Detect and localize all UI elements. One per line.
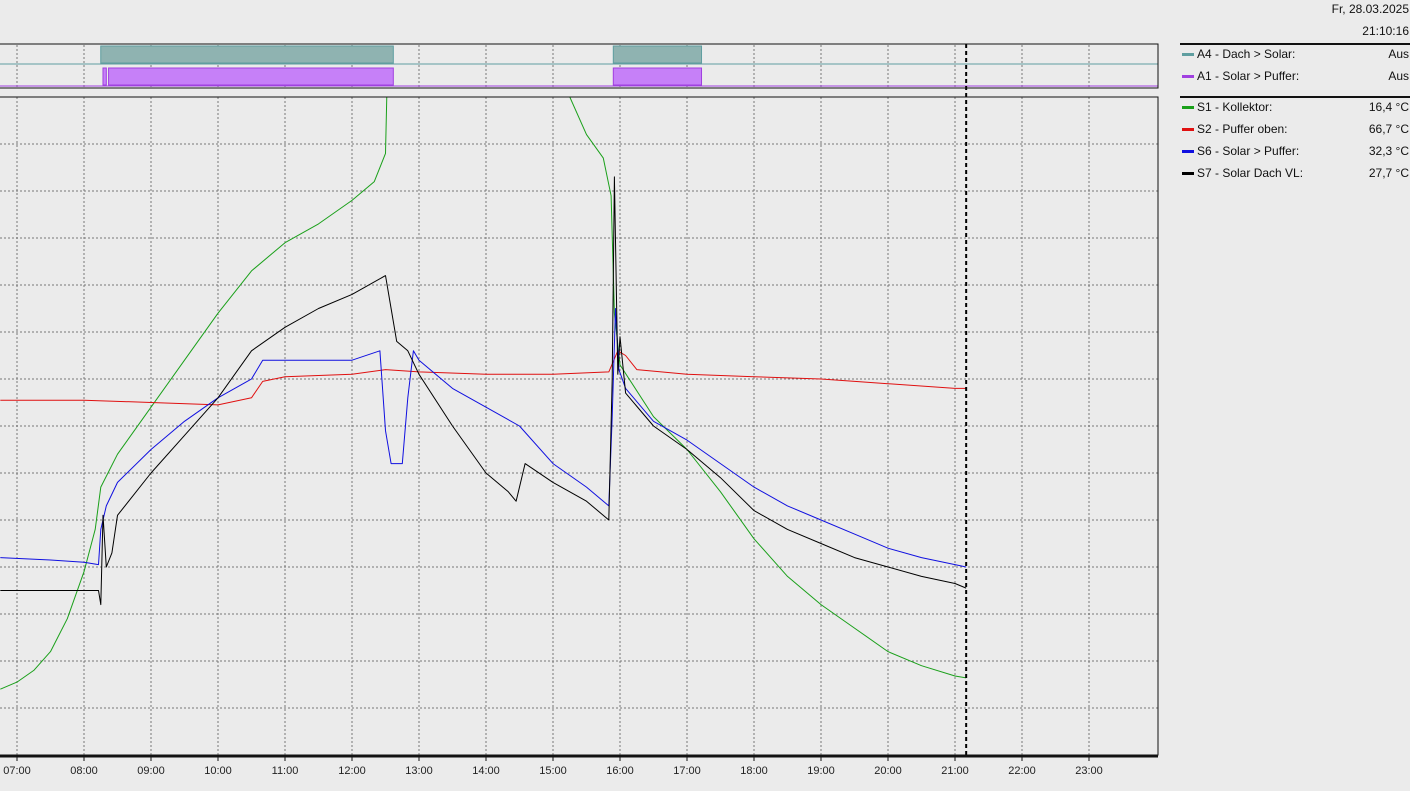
digital-bar-a1 [108,67,394,86]
x-tick-label: 07:00 [3,765,31,777]
digital-bar-a4 [100,45,394,64]
legend-separator-middle [1180,96,1410,98]
legend-item-s1[interactable]: S1 - Kollektor: 16,4 °C [1180,99,1410,115]
legend-swatch-a1 [1182,75,1194,78]
legend-label-s1: S1 - Kollektor: [1197,100,1273,114]
x-tick-label: 18:00 [740,765,768,777]
legend-swatch-s7 [1182,172,1194,175]
legend-label-a4: A4 - Dach > Solar: [1197,47,1296,61]
legend-value-a1: Aus [1388,69,1409,83]
legend-item-a1[interactable]: A1 - Solar > Puffer: Aus [1180,68,1410,84]
x-tick-label: 20:00 [874,765,902,777]
digital-bar-a1 [612,67,703,86]
x-tick-label: 15:00 [539,765,567,777]
legend-swatch-s2 [1182,128,1194,131]
legend-value-s1: 16,4 °C [1368,100,1409,114]
analog-panel-grid [0,97,1158,755]
chart-frames [0,43,1159,758]
header-date: Fr, 28.03.2025 [1331,2,1409,16]
legend-swatch-s1 [1182,106,1194,109]
legend-label-s6: S6 - Solar > Puffer: [1197,144,1300,158]
trend-chart: 07:00 08:00 09:00 10:00 11:00 12:00 13:00 14:00… [0,43,1159,777]
x-tick-label: 17:00 [673,765,701,777]
legend-swatch-a4 [1182,53,1194,56]
x-tick-label: 13:00 [405,765,433,777]
x-tick-label: 12:00 [338,765,366,777]
x-axis: 07:00 08:00 09:00 10:00 11:00 12:00 13:00 14:00… [3,755,1103,777]
legend-label-a1: A1 - Solar > Puffer: [1197,69,1300,83]
legend-item-s7[interactable]: S7 - Solar Dach VL: 27,7 °C [1180,165,1410,181]
x-tick-label: 14:00 [472,765,500,777]
legend-value-a4: Aus [1388,47,1409,61]
x-tick-label: 08:00 [70,765,98,777]
x-tick-label: 09:00 [137,765,165,777]
legend-value-s7: 27,7 °C [1368,166,1409,180]
x-tick-label: 22:00 [1008,765,1036,777]
legend-swatch-s6 [1182,150,1194,153]
legend-label-s7: S7 - Solar Dach VL: [1197,166,1304,180]
legend-item-s2[interactable]: S2 - Puffer oben: 66,7 °C [1180,121,1410,137]
legend-value-s2: 66,7 °C [1368,122,1409,136]
legend-label-s2: S2 - Puffer oben: [1197,122,1288,136]
legend-value-s6: 32,3 °C [1368,144,1409,158]
x-tick-label: 10:00 [204,765,232,777]
x-tick-label: 19:00 [807,765,835,777]
legend-item-a4[interactable]: A4 - Dach > Solar: Aus [1180,46,1410,62]
legend-item-s6[interactable]: S6 - Solar > Puffer: 32,3 °C [1180,143,1410,159]
x-tick-label: 11:00 [272,765,299,777]
x-tick-label: 16:00 [606,765,634,777]
legend-separator-top [1180,43,1410,45]
digital-bar-a1 [102,67,107,86]
header-time: 21:10:16 [1362,24,1409,38]
x-tick-label: 23:00 [1075,765,1103,777]
x-tick-label: 21:00 [941,765,969,777]
digital-bar-a4 [612,45,703,64]
